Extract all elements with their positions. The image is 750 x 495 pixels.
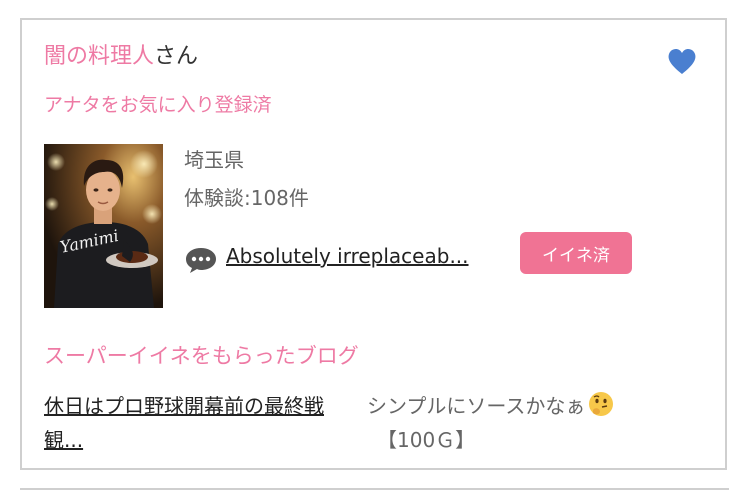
user-card: 闇の料理人さん アナタをお気に入り登録済 Yamimi 埼玉県 体験談:108件… <box>20 18 727 470</box>
blog-price: 【100Ｇ】 <box>377 428 476 452</box>
review-count: 体験談:108件 <box>184 186 309 210</box>
favorite-status: アナタをお気に入り登録済 <box>44 94 272 116</box>
user-heading: 闇の料理人さん <box>44 42 198 72</box>
avatar[interactable]: Yamimi <box>44 144 163 308</box>
comment-preview-link[interactable]: Absolutely irreplaceab... <box>226 244 469 268</box>
user-honorific: さん <box>154 44 199 69</box>
super-like-section-title: スーパーイイネをもらったブログ <box>44 344 359 368</box>
speech-bubble-icon <box>186 248 216 273</box>
like-button[interactable]: イイネ済 <box>520 232 632 274</box>
comment-row: Absolutely irreplaceab... イイネ済 <box>184 232 644 276</box>
user-name-link[interactable]: 闇の料理人 <box>44 44 154 69</box>
chef-portrait-image: Yamimi <box>44 144 163 308</box>
heart-icon[interactable] <box>666 46 698 76</box>
blog-description: シンプルにソースかなぁ 【100Ｇ】 <box>367 389 717 457</box>
bottom-divider <box>20 488 729 490</box>
blog-post-title-link[interactable]: 休日はプロ野球開幕前の最終戦観... <box>44 389 362 457</box>
thinking-face-icon <box>589 392 614 416</box>
prefecture-label: 埼玉県 <box>184 148 244 172</box>
blog-description-text: シンプルにソースかなぁ <box>367 394 586 418</box>
